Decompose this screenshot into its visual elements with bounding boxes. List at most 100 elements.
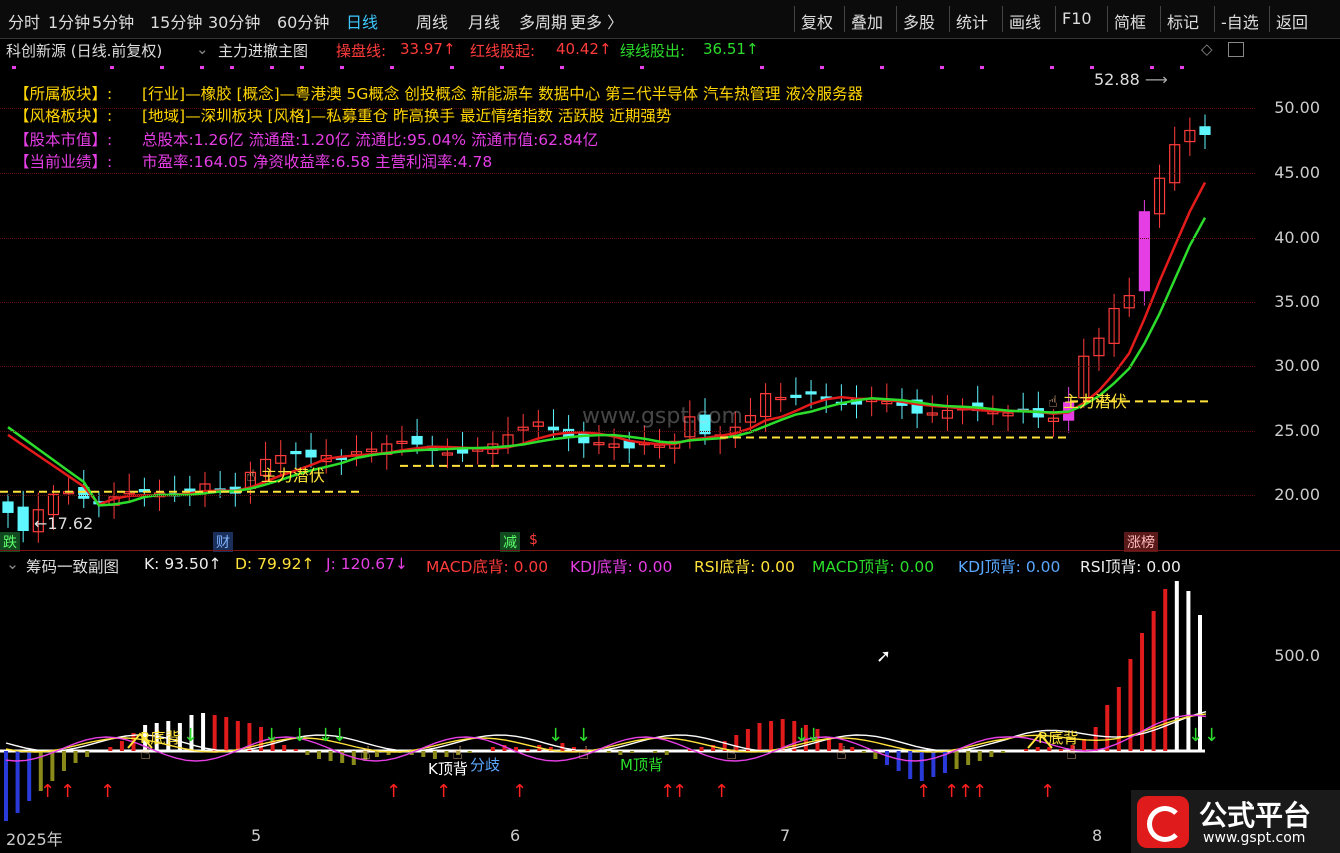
macd-bar bbox=[421, 751, 426, 757]
macd-bar bbox=[769, 721, 774, 751]
toolbar-right-item-2[interactable]: 多股 bbox=[903, 9, 935, 33]
macd-bar bbox=[1000, 751, 1005, 753]
price-chart[interactable] bbox=[0, 62, 1255, 550]
macd-bar bbox=[1116, 687, 1121, 751]
signal-dot bbox=[940, 66, 944, 69]
y-tick-label: 25.00 bbox=[1274, 421, 1320, 440]
indicator-name[interactable]: 主力进撤主图 bbox=[218, 40, 308, 61]
up-arrow: ↑ bbox=[714, 781, 729, 802]
down-arrow: ↓ bbox=[292, 725, 307, 746]
toolbar-item-0[interactable]: 分时 bbox=[8, 9, 40, 33]
up-arrow: ↑ bbox=[958, 781, 973, 802]
candle-body bbox=[1199, 126, 1211, 135]
toolbar-right-item-3[interactable]: 统计 bbox=[956, 9, 988, 33]
down-arrow: ↓ bbox=[548, 725, 563, 746]
toolbar-right-item-7[interactable]: 标记 bbox=[1167, 9, 1199, 33]
period-toolbar: 分时 1分钟 5分钟 15分钟 30分钟 60分钟 日线 周线 月线 多周期 更多 〉 复权 叠加 多股统… bbox=[0, 0, 1340, 39]
toolbar-separator bbox=[1160, 6, 1161, 32]
macd-bar bbox=[629, 751, 634, 753]
signal-dot bbox=[880, 66, 884, 69]
toolbar-right-item-4[interactable]: 画线 bbox=[1009, 9, 1041, 33]
sub-label-rbottom-2: R底背 bbox=[1038, 729, 1079, 747]
toolbar-right-item-0[interactable]: 复权 bbox=[801, 9, 833, 33]
toolbar-right-item-1[interactable]: 叠加 bbox=[851, 9, 883, 33]
down-arrow: ↓ bbox=[1188, 725, 1203, 746]
signal-dot bbox=[300, 66, 304, 69]
macd-bar bbox=[490, 747, 495, 751]
ma-green-line bbox=[7, 217, 1207, 507]
macd-bar bbox=[653, 751, 658, 753]
macd-bar bbox=[212, 715, 217, 751]
candle-body bbox=[547, 426, 560, 431]
toolbar-item-5[interactable]: 60分钟 bbox=[277, 9, 329, 33]
macd-bar bbox=[1174, 581, 1179, 751]
macd-bar bbox=[919, 751, 924, 781]
macd-top: MACD顶背: 0.00 bbox=[812, 558, 935, 576]
high-label: 52.88 ⟶ bbox=[1094, 70, 1168, 89]
event-tag-finance[interactable]: 财 bbox=[213, 532, 233, 552]
macd-bar bbox=[757, 723, 762, 751]
macd-bottom: MACD底背: 0.00 bbox=[426, 558, 549, 576]
panel-divider bbox=[0, 550, 1340, 551]
grid-line bbox=[0, 173, 1255, 174]
event-tag-reduce[interactable]: 减 bbox=[500, 532, 520, 552]
signal-dot bbox=[1050, 66, 1054, 69]
stock-title: 科创新源 (日线.前复权) bbox=[6, 42, 163, 60]
toolbar-right-item-9[interactable]: 返回 bbox=[1276, 9, 1308, 33]
toolbar-item-1[interactable]: 1分钟 bbox=[48, 9, 90, 33]
macd-bar bbox=[954, 751, 959, 769]
toolbar-right-item-6[interactable]: 简框 bbox=[1114, 9, 1146, 33]
accum-label-1: ☝ 主力潜伏 bbox=[246, 466, 325, 485]
signal-dot bbox=[110, 66, 114, 69]
x-label-8: 8 bbox=[1092, 826, 1103, 845]
toolbar-item-9[interactable]: 多周期 bbox=[519, 9, 567, 33]
up-arrow: ↑ bbox=[972, 781, 987, 802]
main-chart-header: 科创新源 (日线.前复权) ⌄ 主力进撤主图 操盘线: 33.97↑ 红线股起:… bbox=[0, 40, 1340, 62]
toolbar-separator bbox=[1107, 6, 1108, 32]
event-tag-dollar[interactable]: $ bbox=[526, 532, 541, 548]
event-tag-drop[interactable]: 跌 bbox=[0, 532, 20, 552]
sub-chart-header: ⌄ 筹码一致副图 K: 93.50↑ D: 79.92↑ J: 120.67↓ … bbox=[0, 555, 1340, 577]
sub-menu-icon[interactable]: ⌄ bbox=[6, 555, 19, 573]
signal-dot bbox=[760, 66, 764, 69]
macd-bar bbox=[699, 747, 704, 751]
macd-bar bbox=[374, 751, 379, 757]
down-arrow: ↓ bbox=[332, 725, 347, 746]
toolbar-item-2[interactable]: 5分钟 bbox=[92, 9, 134, 33]
candle-body bbox=[1138, 211, 1150, 292]
macd-bar bbox=[444, 751, 449, 757]
toolbar-item-7[interactable]: 周线 bbox=[416, 9, 448, 33]
macd-bar bbox=[966, 751, 971, 765]
gspt-logo: 公式平台 www.gspt.com bbox=[1131, 790, 1340, 853]
indicator-chart[interactable]: ↑ ↑ ↑ ↑ ↑ ↑ ↑↑ ↑ ↑ ↑↑↑ ↑↓ ↓ ↓ ↓↓ ↓ ↓ ↓↓ ↓ ↓☝ ☝ ☝ ☝ ☝ ☝ ☝ bbox=[0, 576, 1255, 822]
toolbar-right-item-8[interactable]: -自选 bbox=[1221, 9, 1259, 33]
toolbar-item-10[interactable]: 更多 〉 bbox=[570, 9, 623, 33]
toolbar-item-6[interactable]: 日线 bbox=[346, 9, 378, 33]
macd-bar bbox=[1093, 727, 1098, 751]
signal-dot bbox=[450, 66, 454, 69]
grid-line bbox=[0, 108, 1255, 109]
macd-bar bbox=[1082, 739, 1087, 751]
event-tag-rank[interactable]: 涨榜 bbox=[1124, 532, 1158, 552]
panel-toggle-icon[interactable] bbox=[1228, 42, 1244, 57]
signal-dot bbox=[820, 66, 824, 69]
y-tick-label: 40.00 bbox=[1274, 228, 1320, 247]
toolbar-separator bbox=[1214, 6, 1215, 32]
macd-bar bbox=[305, 751, 310, 755]
l3-label: 绿线股出: bbox=[620, 42, 686, 60]
l2-value: 40.42↑ bbox=[556, 40, 612, 58]
macd-bar bbox=[73, 751, 78, 763]
toolbar-item-3[interactable]: 15分钟 bbox=[150, 9, 202, 33]
candle-body bbox=[290, 450, 302, 455]
signal-dot bbox=[980, 66, 984, 69]
diamond-icon[interactable]: ◇ bbox=[1201, 40, 1213, 58]
toolbar-item-4[interactable]: 30分钟 bbox=[208, 9, 260, 33]
indicator-menu-icon[interactable]: ⌄ bbox=[196, 40, 209, 58]
y-tick-label: 35.00 bbox=[1274, 292, 1320, 311]
macd-bar bbox=[1105, 705, 1110, 751]
macd-bar bbox=[282, 745, 287, 751]
toolbar-right-item-5[interactable]: F10 bbox=[1062, 9, 1092, 28]
toolbar-item-8[interactable]: 月线 bbox=[468, 9, 500, 33]
k-value: K: 93.50↑ bbox=[144, 555, 222, 573]
sub-indicator-name[interactable]: 筹码一致副图 bbox=[26, 555, 119, 577]
